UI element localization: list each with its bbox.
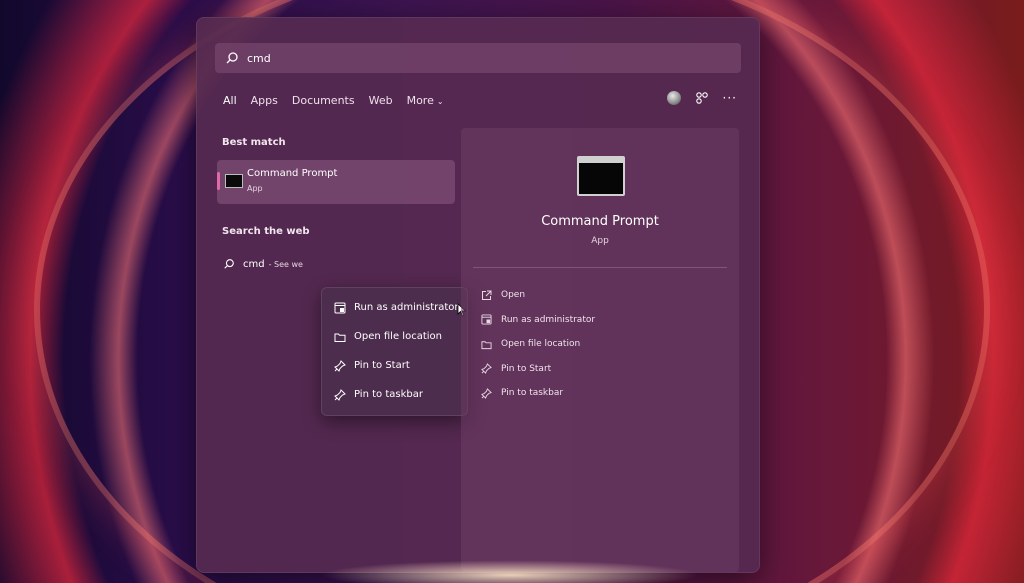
ctx-run-as-administrator[interactable]: Run as administrator bbox=[322, 293, 467, 322]
avatar[interactable] bbox=[666, 91, 681, 105]
context-menu: Run as administrator Open file location … bbox=[321, 287, 468, 416]
search-box[interactable] bbox=[215, 43, 741, 73]
ctx-open-file-location[interactable]: Open file location bbox=[322, 322, 467, 351]
ctx-pin-to-taskbar[interactable]: Pin to taskbar bbox=[322, 380, 467, 409]
tab-more-label: More bbox=[406, 94, 434, 107]
best-match-subtitle: App bbox=[247, 184, 263, 193]
tab-apps[interactable]: Apps bbox=[251, 94, 278, 107]
pin-icon bbox=[334, 359, 346, 372]
folder-icon bbox=[481, 339, 492, 350]
action-label: Open file location bbox=[501, 339, 581, 350]
ctx-label: Pin to taskbar bbox=[354, 389, 423, 400]
preview-title: Command Prompt bbox=[541, 214, 659, 229]
start-search-panel: All Apps Documents Web More⌄ ··· Best ma… bbox=[196, 17, 760, 573]
shield-admin-icon bbox=[334, 302, 346, 314]
ctx-label: Open file location bbox=[354, 331, 442, 342]
folder-icon bbox=[334, 331, 346, 343]
best-match-title: Command Prompt bbox=[247, 168, 338, 179]
tab-documents[interactable]: Documents bbox=[292, 94, 355, 107]
pin-icon bbox=[334, 388, 346, 401]
selection-indicator bbox=[217, 172, 220, 190]
command-prompt-icon bbox=[225, 174, 243, 188]
share-network-icon[interactable] bbox=[695, 91, 709, 105]
web-search-result[interactable]: cmd - See we bbox=[223, 258, 303, 270]
action-label: Pin to Start bbox=[501, 363, 552, 374]
preview-pane: Command Prompt App Open Run as administr… bbox=[461, 128, 739, 572]
action-label: Pin to taskbar bbox=[501, 388, 564, 399]
web-search-hint: - See we bbox=[268, 259, 303, 269]
tab-all[interactable]: All bbox=[223, 94, 237, 107]
search-web-label: Search the web bbox=[222, 226, 310, 237]
action-open[interactable]: Open bbox=[481, 283, 595, 308]
action-pin-to-start[interactable]: Pin to Start bbox=[481, 357, 595, 382]
tab-web[interactable]: Web bbox=[369, 94, 393, 107]
search-icon bbox=[223, 258, 235, 270]
search-input[interactable] bbox=[245, 50, 729, 66]
pin-icon bbox=[481, 387, 492, 399]
search-icon bbox=[225, 51, 239, 65]
ctx-pin-to-start[interactable]: Pin to Start bbox=[322, 351, 467, 380]
best-match-label: Best match bbox=[222, 137, 286, 148]
tab-more[interactable]: More ⌄ bbox=[407, 94, 444, 107]
best-match-item[interactable]: Command Prompt App bbox=[217, 160, 455, 204]
action-label: Run as administrator bbox=[501, 314, 596, 325]
divider bbox=[473, 267, 727, 268]
desktop-wallpaper: All Apps Documents Web More⌄ ··· Best ma… bbox=[0, 0, 1024, 583]
web-search-query: cmd bbox=[243, 258, 265, 270]
action-open-file-location[interactable]: Open file location bbox=[481, 332, 595, 357]
shield-admin-icon bbox=[481, 314, 492, 325]
action-label: Open bbox=[501, 290, 526, 301]
pin-icon bbox=[481, 363, 492, 375]
preview-actions: Open Run as administrator Open file loca… bbox=[481, 283, 595, 406]
top-right-icons: ··· bbox=[666, 91, 737, 105]
action-pin-to-taskbar[interactable]: Pin to taskbar bbox=[481, 381, 595, 406]
more-options-icon[interactable]: ··· bbox=[723, 91, 737, 105]
filter-tabs: All Apps Documents Web More ⌄ bbox=[223, 94, 458, 107]
preview-subtitle: App bbox=[591, 236, 609, 246]
ctx-label: Run as administrator bbox=[354, 302, 459, 313]
chevron-down-icon: ⌄ bbox=[436, 97, 444, 106]
action-run-as-administrator[interactable]: Run as administrator bbox=[481, 308, 595, 333]
open-external-icon bbox=[481, 290, 492, 301]
command-prompt-icon bbox=[577, 156, 625, 196]
ctx-label: Pin to Start bbox=[354, 360, 410, 371]
